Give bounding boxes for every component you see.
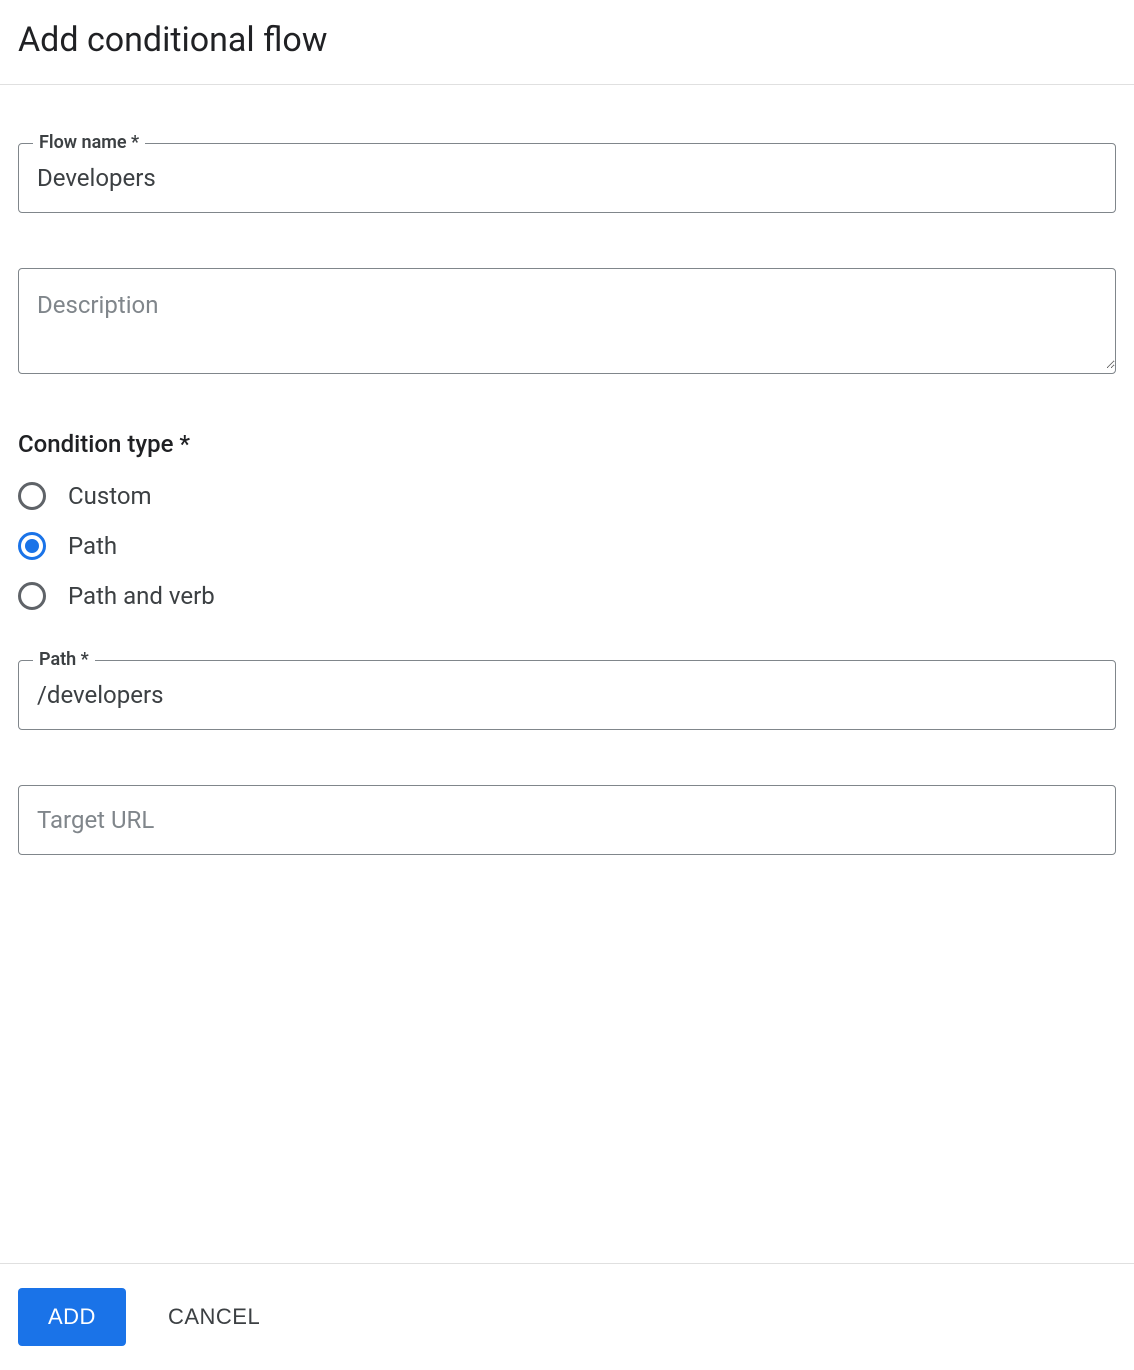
dialog-footer: ADD CANCEL xyxy=(0,1263,1134,1370)
target-url-input[interactable] xyxy=(19,786,1115,854)
dialog-title: Add conditional flow xyxy=(18,20,1116,60)
flow-name-field: Flow name * xyxy=(18,143,1116,213)
path-label: Path * xyxy=(33,649,95,670)
condition-type-label: Condition type * xyxy=(18,430,1116,458)
radio-label-path-and-verb: Path and verb xyxy=(68,582,215,610)
description-textarea[interactable] xyxy=(19,269,1115,369)
dialog-header: Add conditional flow xyxy=(0,0,1134,85)
path-outline: Path * xyxy=(18,660,1116,730)
radio-label-custom: Custom xyxy=(68,482,152,510)
path-field: Path * xyxy=(18,660,1116,730)
flow-name-input[interactable] xyxy=(19,144,1115,212)
radio-icon xyxy=(18,582,46,610)
path-input[interactable] xyxy=(19,661,1115,729)
radio-label-path: Path xyxy=(68,532,117,560)
add-conditional-flow-dialog: Add conditional flow Flow name * Conditi… xyxy=(0,0,1134,1370)
radio-icon xyxy=(18,482,46,510)
condition-type-radio-group: Custom Path Path and verb xyxy=(18,482,1116,610)
radio-option-path[interactable]: Path xyxy=(18,532,1116,560)
add-button[interactable]: ADD xyxy=(18,1288,126,1346)
flow-name-label: Flow name * xyxy=(33,132,145,153)
flow-name-outline: Flow name * xyxy=(18,143,1116,213)
dialog-content: Flow name * Condition type * Custom Path… xyxy=(0,85,1134,1263)
radio-option-path-and-verb[interactable]: Path and verb xyxy=(18,582,1116,610)
target-url-field xyxy=(18,785,1116,855)
radio-icon xyxy=(18,532,46,560)
description-field xyxy=(18,268,1116,374)
radio-option-custom[interactable]: Custom xyxy=(18,482,1116,510)
cancel-button[interactable]: CANCEL xyxy=(168,1304,260,1330)
